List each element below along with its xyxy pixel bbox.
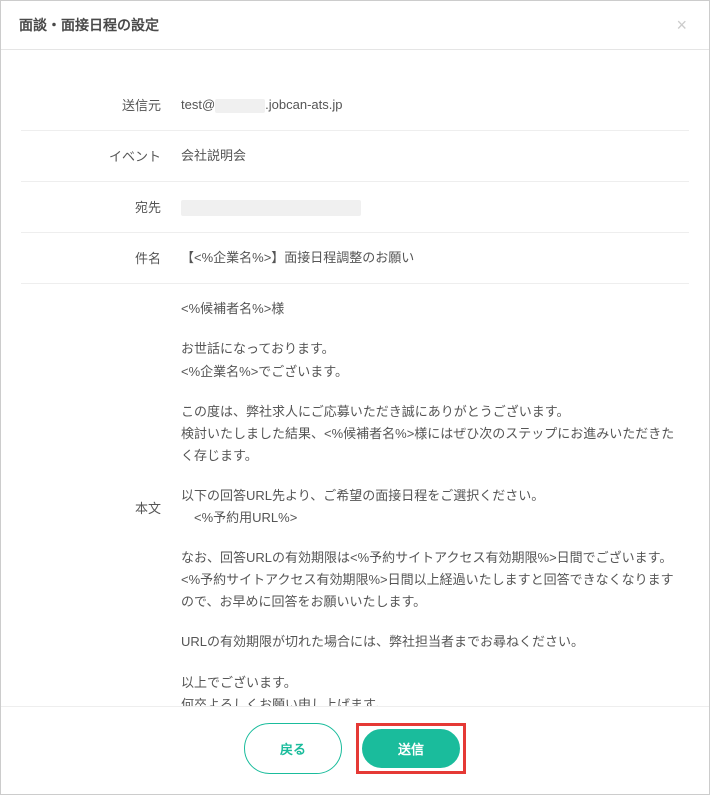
body-p2: お世話になっております。 <%企業名%>でございます。 [181,338,679,382]
event-value: 会社説明会 [181,145,689,167]
sender-label: 送信元 [21,94,181,114]
body-p4: 以下の回答URL先より、ご希望の面接日程をご選択ください。 <%予約用URL%> [181,485,679,529]
sender-redacted: xxxx [215,99,265,113]
modal-body: 送信元 test@xxxx.jobcan-ats.jp イベント 会社説明会 宛… [1,50,709,706]
body-p5: なお、回答URLの有効期限は<%予約サイトアクセス有効期限%>日間でございます。… [181,547,679,613]
row-to: 宛先 redacted [21,182,689,233]
send-button[interactable]: 送信 [362,729,460,768]
row-subject: 件名 【<%企業名%>】面接日程調整のお願い [21,233,689,284]
modal-title: 面談・面接日程の設定 [19,15,159,35]
body-value: <%候補者名%>様 お世話になっております。 <%企業名%>でございます。 この… [181,298,689,706]
row-event: イベント 会社説明会 [21,131,689,182]
body-p1: <%候補者名%>様 [181,298,679,320]
modal-header: 面談・面接日程の設定 × [1,1,709,50]
send-button-highlight: 送信 [356,723,466,774]
sender-value: test@xxxx.jobcan-ats.jp [181,94,689,116]
modal-footer: 戻る 送信 [1,706,709,794]
row-sender: 送信元 test@xxxx.jobcan-ats.jp [21,60,689,131]
schedule-settings-modal: 面談・面接日程の設定 × 送信元 test@xxxx.jobcan-ats.jp… [0,0,710,795]
sender-suffix: .jobcan-ats.jp [265,97,342,112]
body-p7: 以上でございます。 何卒よろしくお願い申し上げます。 [181,672,679,707]
body-label: 本文 [21,497,181,517]
event-label: イベント [21,145,181,165]
body-p6: URLの有効期限が切れた場合には、弊社担当者までお尋ねください。 [181,631,679,653]
sender-prefix: test@ [181,97,215,112]
to-label: 宛先 [21,196,181,216]
subject-label: 件名 [21,247,181,267]
close-icon[interactable]: × [672,16,691,34]
subject-value: 【<%企業名%>】面接日程調整のお願い [181,247,689,269]
row-body: 本文 <%候補者名%>様 お世話になっております。 <%企業名%>でございます。… [21,284,689,706]
to-value: redacted [181,196,689,218]
back-button[interactable]: 戻る [244,723,342,774]
body-p3: この度は、弊社求人にご応募いただき誠にありがとうございます。 検討いたしました結… [181,401,679,467]
to-redacted: redacted [181,200,361,216]
